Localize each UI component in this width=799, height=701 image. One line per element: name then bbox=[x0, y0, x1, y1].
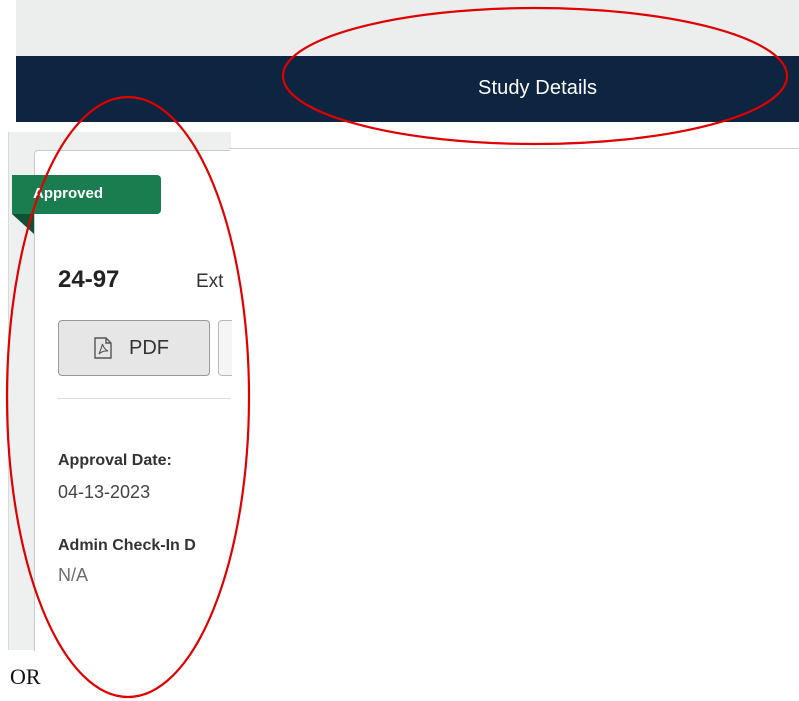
admin-checkin-value: N/A bbox=[58, 565, 89, 585]
pdf-button[interactable]: PDF bbox=[58, 320, 210, 376]
next-button-partial[interactable] bbox=[218, 320, 232, 376]
pdf-button-label: PDF bbox=[129, 336, 169, 359]
status-badge-fold bbox=[12, 214, 34, 234]
approval-date-label: Approval Date: bbox=[58, 452, 172, 469]
pdf-file-icon bbox=[94, 337, 112, 359]
top-toolbar-strip bbox=[16, 0, 799, 56]
footer-or-text: OR bbox=[10, 664, 41, 689]
approval-date-value: 04-13-2023 bbox=[58, 482, 151, 502]
header-gap bbox=[16, 122, 799, 132]
content-panel bbox=[228, 148, 799, 651]
card-clip-edge bbox=[230, 150, 250, 650]
page-title: Study Details bbox=[478, 77, 598, 99]
page-header: Study Details bbox=[16, 56, 799, 122]
study-title: Ext bbox=[196, 271, 224, 292]
study-id: 24-97 bbox=[58, 266, 120, 293]
card-divider bbox=[58, 398, 230, 399]
admin-checkin-label: Admin Check-In D bbox=[58, 537, 196, 554]
status-badge: Approved bbox=[12, 175, 161, 214]
